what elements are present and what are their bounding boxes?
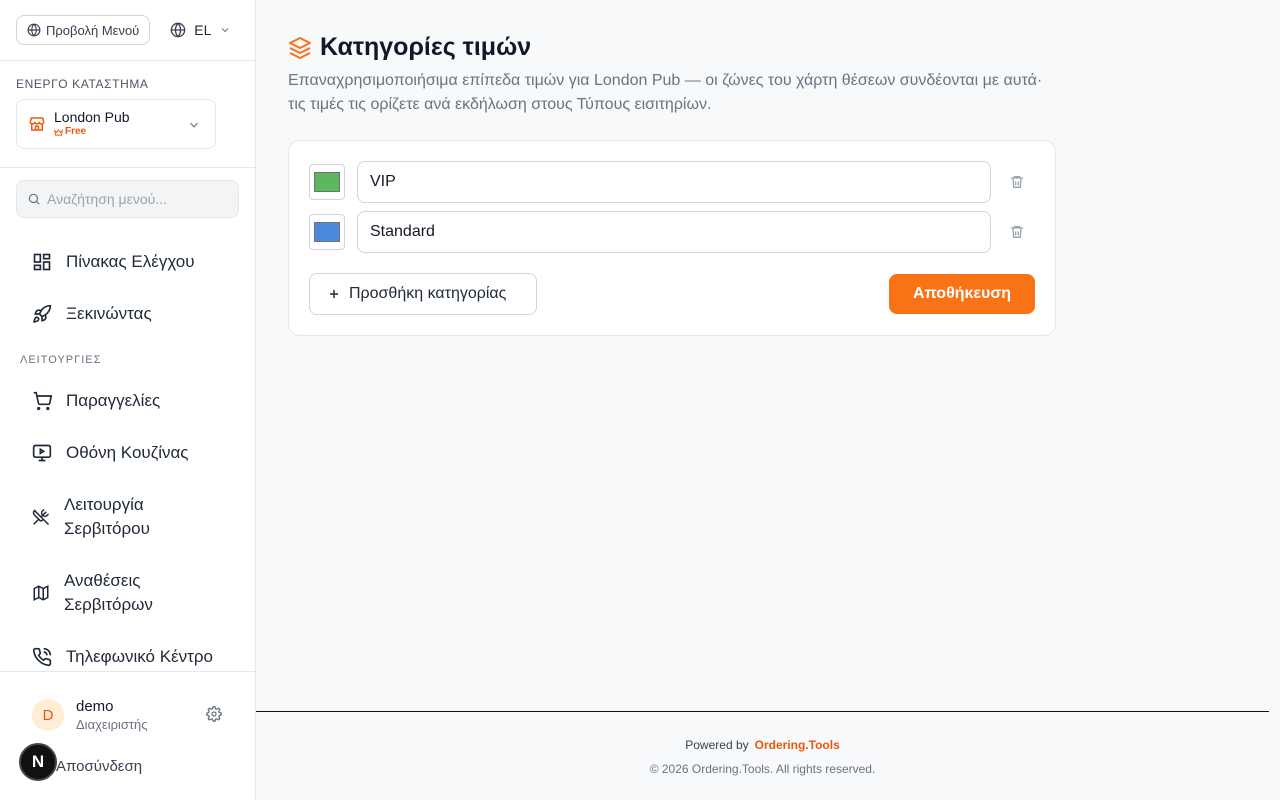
globe-icon: [27, 23, 41, 37]
sidebar-item-call-center[interactable]: Τηλεφωνικό Κέντρο: [32, 645, 213, 669]
dev-tools-badge[interactable]: N: [19, 743, 57, 781]
sidebar-item-kitchen-display[interactable]: Οθόνη Κουζίνας: [32, 441, 189, 465]
sidebar-item-label-line2: Σερβιτόρων: [64, 595, 153, 614]
chevron-down-icon: [190, 122, 198, 128]
search-icon: [28, 193, 40, 205]
utensils-crossed-icon: [32, 508, 50, 526]
add-category-label: Προσθήκη κατηγορίας: [349, 285, 507, 302]
monitor-play-icon: [32, 444, 52, 462]
plus-icon: [329, 289, 339, 299]
main-content: Κατηγορίες τιμών Επαναχρησιμοποιήσιμα επ…: [256, 0, 1280, 800]
chevron-down-icon: [222, 28, 229, 33]
user-role: Διαχειριστής: [76, 717, 148, 732]
category-row: [309, 211, 1037, 253]
active-store-section: ΕΝΕΡΓΟ ΚΑΤΑΣΤΗΜΑ London Pub Free: [0, 61, 255, 168]
sidebar-item-label-line1: Αναθέσεις: [64, 571, 141, 590]
store-selector[interactable]: London Pub Free: [16, 99, 216, 149]
sidebar-item-waiter-assignments[interactable]: Αναθέσεις Σερβιτόρων: [32, 569, 153, 617]
sidebar-item-dashboard[interactable]: Πίνακας Ελέγχου: [32, 250, 195, 274]
powered-by: Powered by Ordering.Tools: [256, 738, 1269, 752]
crown-icon: [54, 128, 63, 136]
active-store-label: ΕΝΕΡΓΟ ΚΑΤΑΣΤΗΜΑ: [16, 77, 149, 91]
avatar: D: [32, 699, 64, 731]
category-name-input[interactable]: [357, 161, 991, 203]
sidebar-item-label: Παραγγελίες: [66, 391, 161, 410]
dashboard-icon: [33, 253, 51, 271]
sidebar-item-orders[interactable]: Παραγγελίες: [32, 389, 160, 413]
store-name: London Pub: [54, 109, 130, 125]
layers-icon: [289, 36, 311, 59]
trash-icon[interactable]: [1009, 224, 1025, 240]
price-categories-card: Προσθήκη κατηγορίας Αποθήκευση: [288, 140, 1056, 336]
trash-icon[interactable]: [1009, 174, 1025, 190]
color-picker[interactable]: [309, 164, 345, 200]
sidebar-item-getting-started[interactable]: Ξεκινώντας: [32, 302, 152, 326]
color-picker[interactable]: [309, 214, 345, 250]
page-footer: Powered by Ordering.Tools © 2026 Ordering…: [256, 711, 1269, 800]
menu-view-label: Προβολή Μενού: [46, 22, 140, 38]
sidebar-item-waiter-mode[interactable]: Λειτουργία Σερβιτόρου: [32, 493, 150, 541]
user-name: demo: [76, 698, 114, 715]
rocket-icon: [33, 304, 52, 323]
add-category-button[interactable]: Προσθήκη κατηγορίας: [309, 273, 537, 315]
sidebar-group-label: ΛΕΙΤΟΥΡΓΙΕΣ: [20, 354, 102, 366]
map-icon: [33, 585, 49, 601]
language-label: EL: [194, 22, 212, 38]
sidebar-item-label: Αναθέσεις Σερβιτόρων: [64, 569, 153, 617]
menu-view-button[interactable]: Προβολή Μενού: [16, 15, 151, 45]
page-header: Κατηγορίες τιμών: [288, 33, 531, 62]
menu-search-input[interactable]: Αναζήτηση μενού...: [16, 180, 239, 218]
sidebar-item-label: Λειτουργία Σερβιτόρου: [64, 493, 150, 541]
gear-icon[interactable]: [206, 706, 222, 722]
sidebar-item-label: Οθόνη Κουζίνας: [66, 443, 189, 462]
sidebar-item-label-line1: Λειτουργία: [64, 495, 144, 514]
sidebar-item-label-line2: Σερβιτόρου: [64, 519, 150, 538]
sidebar-item-label: Πίνακας Ελέγχου: [66, 252, 195, 271]
category-row: [309, 161, 1037, 203]
phone-call-icon: [32, 647, 52, 667]
color-swatch: [314, 222, 340, 242]
brand-link[interactable]: Ordering.Tools: [755, 738, 840, 752]
logout-button[interactable]: Αποσύνδεση: [56, 758, 142, 775]
sidebar-item-label: Τηλεφωνικό Κέντρο: [66, 647, 213, 666]
page-subtitle: Επαναχρησιμοποιήσιμα επίπεδα τιμών για L…: [288, 72, 1043, 113]
store-plan-label: Free: [65, 126, 87, 137]
language-selector[interactable]: EL: [170, 22, 231, 38]
color-swatch: [314, 172, 340, 192]
page-title: Κατηγορίες τιμών: [320, 33, 532, 61]
sidebar-item-label: Ξεκινώντας: [66, 304, 152, 323]
cart-icon: [33, 391, 52, 411]
category-name-input[interactable]: [357, 211, 991, 253]
copyright: © 2026 Ordering.Tools. All rights reserv…: [649, 762, 876, 776]
store-plan-badge: Free: [54, 125, 130, 139]
store-icon: [29, 117, 45, 131]
globe-icon: [170, 22, 186, 38]
save-button[interactable]: Αποθήκευση: [889, 274, 1035, 314]
sidebar-top-bar: Προβολή Μενού EL: [0, 0, 255, 61]
search-placeholder: Αναζήτηση μενού...: [47, 191, 167, 207]
powered-by-label: Powered by: [685, 738, 749, 752]
sidebar: Προβολή Μενού EL ΕΝΕΡΓΟ ΚΑΤΑΣΤΗΜΑ London…: [0, 0, 256, 800]
